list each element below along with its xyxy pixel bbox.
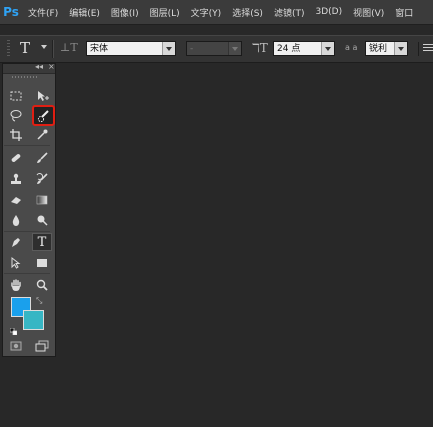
menu-filter[interactable]: 滤镜(T) xyxy=(274,6,305,19)
gradient-tool-icon[interactable] xyxy=(33,192,51,208)
align-left-icon[interactable] xyxy=(418,42,433,56)
antialias-value: 锐利 xyxy=(369,44,388,54)
spot-healing-brush-tool-icon[interactable] xyxy=(7,150,25,166)
chevron-down-icon[interactable] xyxy=(228,42,241,55)
antialias-select[interactable]: 锐利 xyxy=(365,41,408,56)
horizontal-type-tool-icon[interactable]: T xyxy=(32,233,52,251)
font-size-select[interactable]: 24 点 xyxy=(273,41,335,56)
move-tool-icon[interactable] xyxy=(33,88,51,104)
options-bar-grip[interactable] xyxy=(7,40,10,58)
photoshop-logo: Ps xyxy=(3,5,19,19)
rectangular-marquee-tool-icon[interactable] xyxy=(7,88,25,104)
separator xyxy=(52,40,54,58)
menu-edit[interactable]: 编辑(E) xyxy=(69,6,100,19)
eraser-tool-icon[interactable] xyxy=(7,192,25,208)
pen-tool-icon[interactable] xyxy=(7,234,25,250)
type-tool-glyph: T xyxy=(37,234,47,250)
dodge-tool-icon[interactable] xyxy=(33,212,51,228)
chevron-down-icon[interactable] xyxy=(321,42,334,55)
screen-mode-icon[interactable] xyxy=(33,338,51,354)
lasso-tool-icon[interactable] xyxy=(7,107,25,123)
font-style-select[interactable]: - xyxy=(186,41,242,56)
crop-tool-icon[interactable] xyxy=(7,127,25,143)
tools-panel-header[interactable]: ◂◂ × xyxy=(3,62,55,74)
blur-tool-icon[interactable] xyxy=(7,212,25,228)
menu-bar: Ps 文件(F) 编辑(E) 图像(I) 图层(L) 文字(Y) 选择(S) 滤… xyxy=(0,0,433,25)
rectangle-tool-icon[interactable] xyxy=(33,255,51,271)
font-size-value: 24 点 xyxy=(277,44,301,54)
quick-selection-tool-icon[interactable] xyxy=(35,108,53,124)
type-tool-preset-icon[interactable]: T xyxy=(20,39,30,57)
font-style-value: - xyxy=(190,44,194,54)
history-brush-tool-icon[interactable] xyxy=(33,171,51,187)
brush-tool-icon[interactable] xyxy=(33,150,51,166)
close-icon[interactable]: × xyxy=(48,62,55,71)
chevron-down-icon[interactable] xyxy=(162,42,175,55)
font-family-value: 宋体 xyxy=(90,44,109,54)
text-orientation-icon[interactable]: ⊥T xyxy=(60,41,78,54)
eyedropper-tool-icon[interactable] xyxy=(33,127,51,143)
quick-mask-mode-icon[interactable] xyxy=(7,338,25,354)
options-bar: T ⊥T 宋体 - ℸT 24 点 a a 锐利 xyxy=(0,35,433,63)
menu-type[interactable]: 文字(Y) xyxy=(191,6,222,19)
menu-window[interactable]: 窗口 xyxy=(395,6,413,19)
separator xyxy=(4,231,50,232)
separator xyxy=(4,273,50,274)
chevron-updown-icon[interactable] xyxy=(394,42,407,55)
default-colors-icon[interactable] xyxy=(9,320,18,336)
menu-image[interactable]: 图像(I) xyxy=(111,6,139,19)
font-family-select[interactable]: 宋体 xyxy=(86,41,176,56)
zoom-tool-icon[interactable] xyxy=(33,277,51,293)
swap-colors-icon[interactable]: ⤡ xyxy=(36,296,42,306)
collapse-icon[interactable]: ◂◂ xyxy=(35,62,43,71)
menu-view[interactable]: 视图(V) xyxy=(353,6,384,19)
tool-preset-dropdown-icon[interactable] xyxy=(41,45,47,49)
font-size-icon: ℸT xyxy=(252,41,268,55)
background-color-swatch[interactable] xyxy=(23,310,44,330)
hand-tool-icon[interactable] xyxy=(7,277,25,293)
antialias-icon: a a xyxy=(345,43,358,52)
separator xyxy=(4,145,50,146)
clone-stamp-tool-icon[interactable] xyxy=(7,171,25,187)
menu-file[interactable]: 文件(F) xyxy=(28,6,58,19)
path-selection-tool-icon[interactable] xyxy=(7,255,25,271)
menu-select[interactable]: 选择(S) xyxy=(232,6,263,19)
menu-3d[interactable]: 3D(D) xyxy=(315,7,342,17)
tools-panel-grip[interactable] xyxy=(12,76,38,78)
menu-layer[interactable]: 图层(L) xyxy=(150,6,180,19)
